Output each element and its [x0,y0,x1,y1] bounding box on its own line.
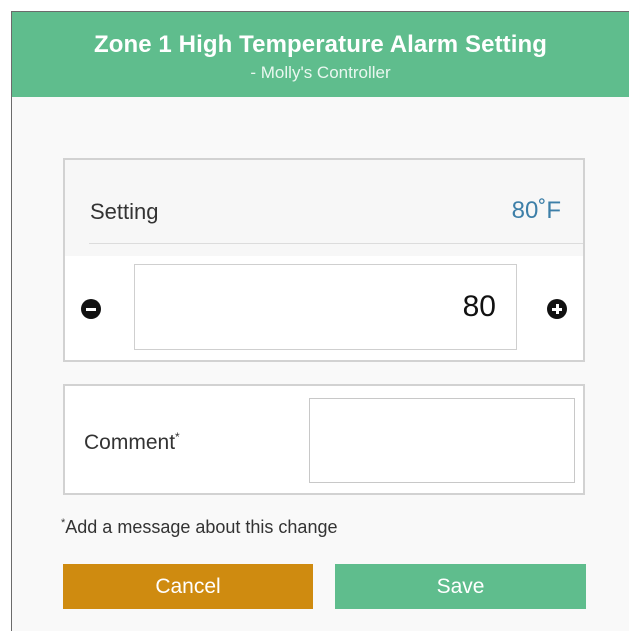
setting-label: Setting [90,199,159,224]
save-button[interactable]: Save [335,564,586,609]
setting-value-input[interactable] [134,264,517,350]
comment-label: Comment* [84,430,180,455]
required-marker: * [175,430,180,444]
dialog-subtitle: - Molly's Controller [250,63,391,82]
footnote-text: Add a message about this change [65,517,338,537]
alarm-setting-dialog: Zone 1 High Temperature Alarm Setting - … [11,11,629,631]
setting-panel: Setting 80˚F [63,158,585,362]
dialog-title: Zone 1 High Temperature Alarm Setting [93,31,548,58]
cancel-button[interactable]: Cancel [63,564,313,609]
plus-circle-icon[interactable] [547,299,567,319]
dialog-header: Zone 1 High Temperature Alarm Setting - … [12,12,629,97]
current-setting-value: 80˚F [511,197,561,224]
divider [89,243,583,244]
minus-circle-icon[interactable] [81,299,101,319]
comment-footnote: *Add a message about this change [61,517,337,538]
comment-label-text: Comment [84,431,176,454]
setting-stepper [65,256,583,360]
comment-panel: Comment* [63,384,585,495]
comment-field[interactable] [309,398,575,483]
